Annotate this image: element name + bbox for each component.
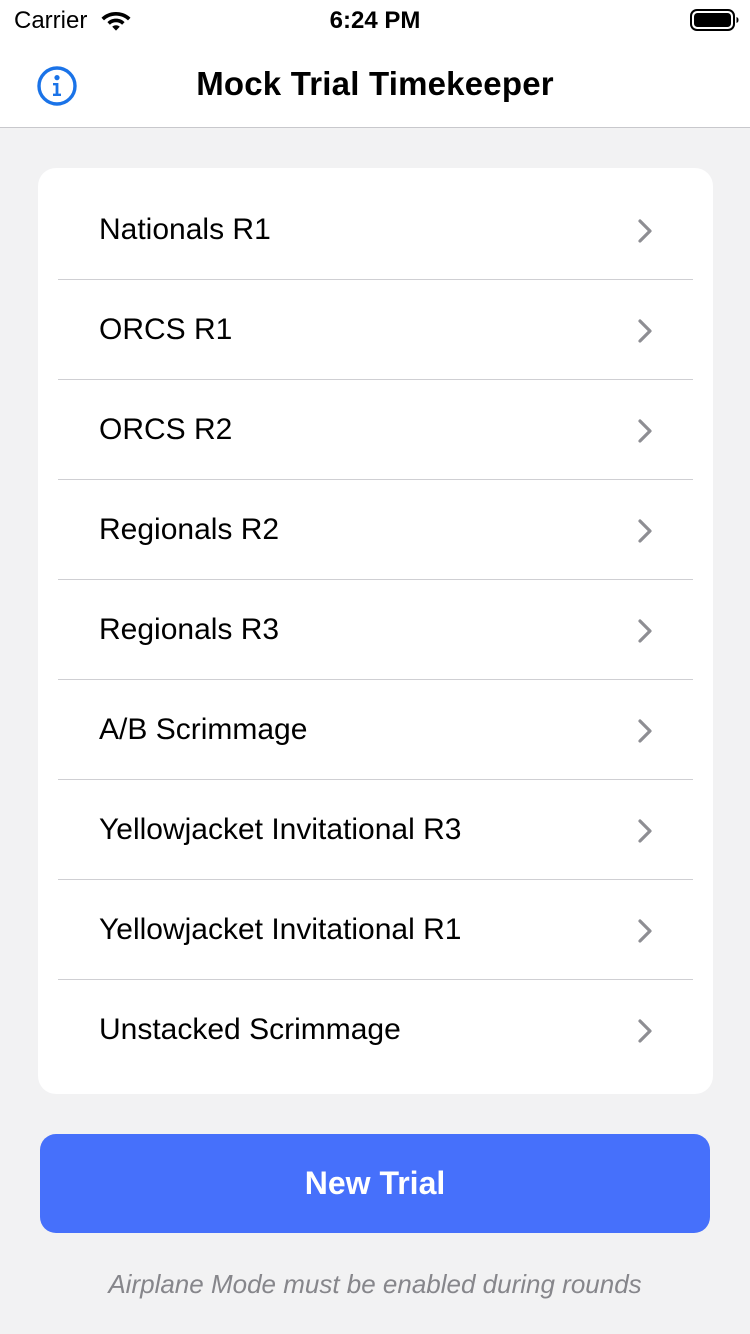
trial-row[interactable]: Yellowjacket Invitational R3 [38, 780, 713, 880]
status-time: 6:24 PM [329, 7, 421, 34]
trial-row[interactable]: Yellowjacket Invitational R1 [38, 880, 713, 980]
trial-row-label: Unstacked Scrimmage [99, 1013, 401, 1046]
trial-row-label: A/B Scrimmage [99, 713, 308, 746]
chevron-right-icon [638, 519, 652, 543]
trial-row-label: ORCS R2 [99, 413, 233, 446]
trial-row-label: Regionals R3 [99, 613, 280, 646]
chevron-right-icon [638, 819, 652, 843]
chevron-right-icon [638, 619, 652, 643]
chevron-right-icon [638, 319, 652, 343]
trial-row-label: Yellowjacket Invitational R3 [99, 813, 462, 846]
battery-full-icon [690, 9, 739, 31]
trial-row-label: Nationals R1 [99, 213, 271, 246]
trial-row[interactable]: Regionals R2 [38, 480, 713, 580]
page-title: Mock Trial Timekeeper [196, 65, 554, 102]
chevron-right-icon [638, 219, 652, 243]
chevron-right-icon [638, 1019, 652, 1043]
trial-row-label: Regionals R2 [99, 513, 280, 546]
trial-row-label: ORCS R1 [99, 313, 233, 346]
trial-row[interactable]: A/B Scrimmage [38, 680, 713, 780]
status-bar: Carrier 6:24 PM [0, 0, 750, 40]
trial-row[interactable]: Regionals R3 [38, 580, 713, 680]
trial-row[interactable]: Nationals R1 [38, 168, 713, 280]
navigation-bar: Mock Trial Timekeeper [0, 40, 750, 128]
trial-row[interactable]: Unstacked Scrimmage [38, 980, 713, 1080]
airplane-mode-note: Airplane Mode must be enabled during rou… [108, 1269, 642, 1299]
trial-row-label: Yellowjacket Invitational R1 [99, 913, 462, 946]
chevron-right-icon [638, 719, 652, 743]
chevron-right-icon [638, 419, 652, 443]
new-trial-button[interactable]: New Trial [40, 1134, 710, 1233]
chevron-right-icon [638, 919, 652, 943]
trial-row[interactable]: ORCS R2 [38, 380, 713, 480]
trial-row[interactable]: ORCS R1 [38, 280, 713, 380]
header-area: Carrier 6:24 PM Mock Trial Timekeeper [0, 0, 750, 128]
trial-list: Nationals R1 ORCS R1 ORCS R2 Regionals R… [38, 168, 713, 1094]
